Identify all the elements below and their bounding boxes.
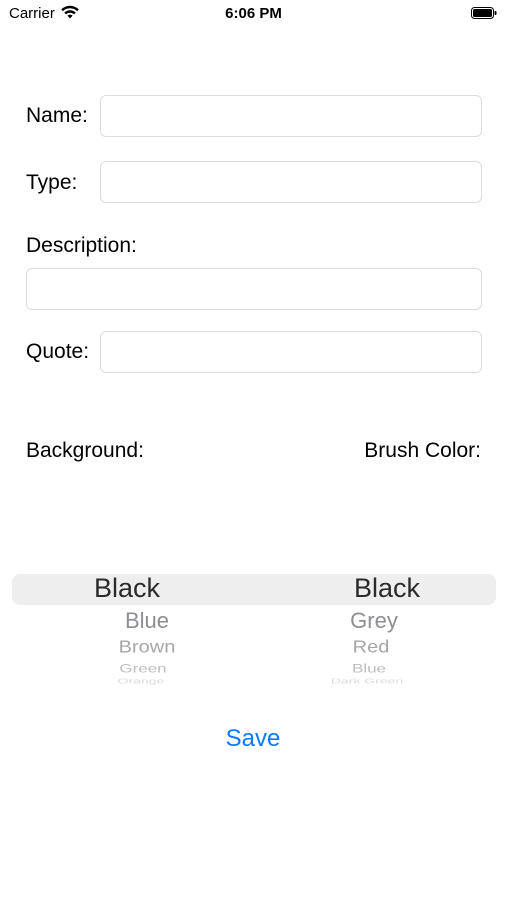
color-picker[interactable]: Black Blue Brown Green Orange Black Grey…: [12, 560, 496, 690]
brush-option[interactable]: Red: [250, 637, 492, 657]
description-label: Description:: [26, 234, 137, 257]
brush-option[interactable]: Grey: [253, 608, 495, 634]
brush-color-picker-wheel[interactable]: Black Grey Red Blue Dark Green: [254, 560, 496, 690]
battery-icon: [471, 7, 497, 19]
brush-option[interactable]: Blue: [248, 662, 490, 676]
description-field[interactable]: [26, 268, 482, 310]
status-time: 6:06 PM: [225, 5, 282, 22]
brush-selected-option[interactable]: Black: [266, 573, 496, 604]
background-picker-wheel[interactable]: Black Blue Brown Green Orange: [12, 560, 254, 690]
status-bar: Carrier 6:06 PM: [0, 0, 507, 28]
type-label: Type:: [26, 171, 78, 194]
background-option[interactable]: Orange: [20, 677, 262, 685]
brush-option[interactable]: Dark Green: [246, 677, 488, 685]
background-option[interactable]: Blue: [26, 608, 268, 634]
background-label: Background:: [26, 439, 144, 462]
background-selected-option[interactable]: Black: [12, 573, 248, 604]
name-label: Name:: [26, 104, 88, 127]
brush-color-label: Brush Color:: [364, 439, 481, 462]
type-field[interactable]: [100, 161, 482, 203]
quote-label: Quote:: [26, 340, 90, 363]
save-button[interactable]: Save: [203, 722, 303, 756]
quote-field[interactable]: [100, 331, 482, 373]
background-option[interactable]: Brown: [26, 637, 268, 657]
name-field[interactable]: [100, 95, 482, 137]
background-option[interactable]: Green: [22, 662, 264, 676]
